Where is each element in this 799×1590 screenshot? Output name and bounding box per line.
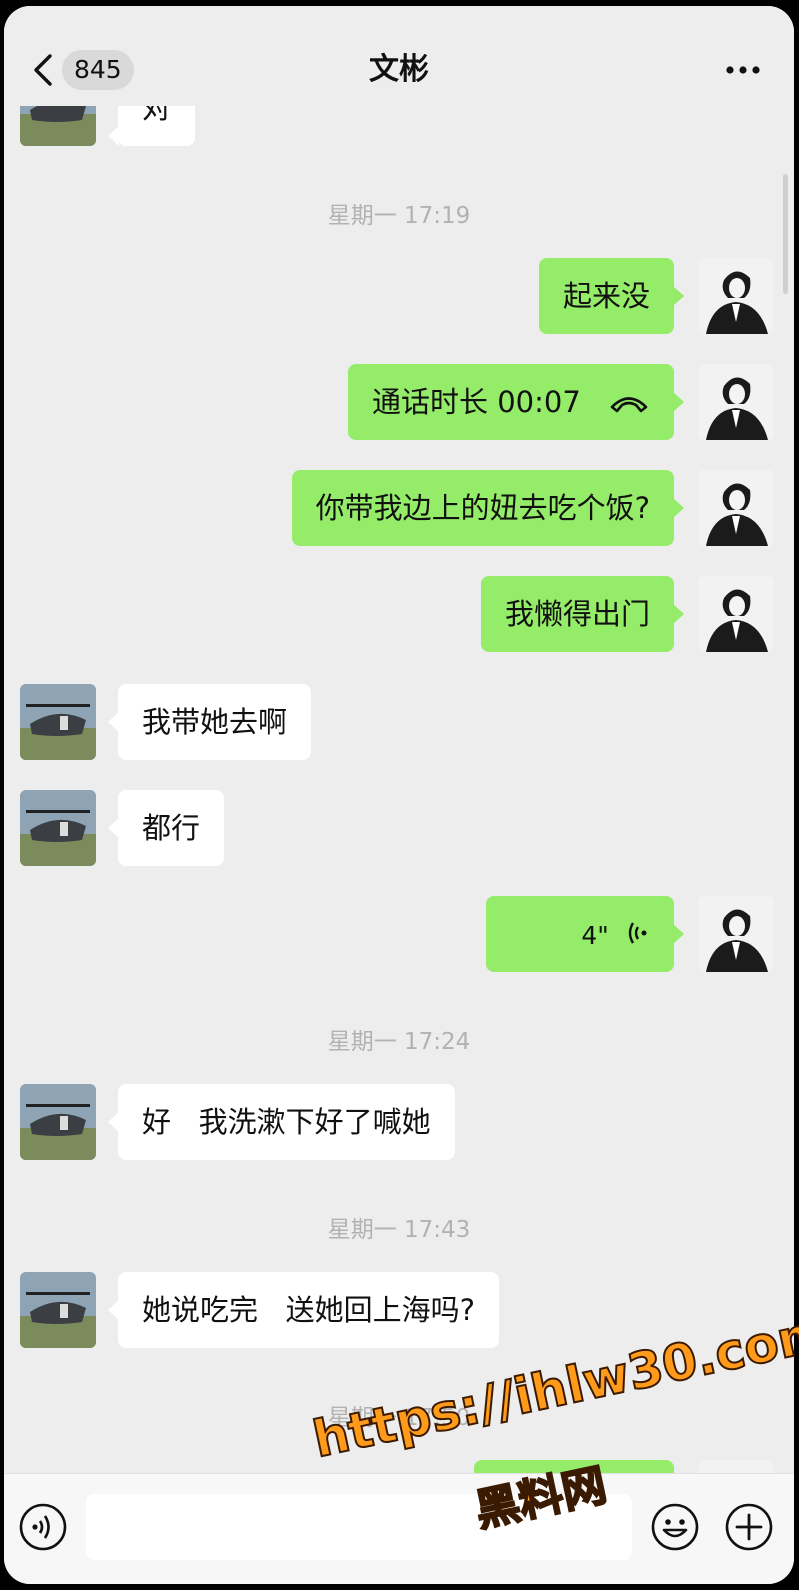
message-timestamp: 星期一 17:24 [327, 1029, 471, 1055]
message-timestamp: 星期一 17:50 [327, 1405, 471, 1431]
contact-avatar[interactable] [20, 790, 96, 866]
phone-hangup-icon [608, 366, 650, 442]
my-avatar[interactable] [698, 576, 774, 652]
chat-title: 文彬 [369, 52, 429, 87]
message-list[interactable]: 对 星期一 17:19 起来没 通话时长 00:07 你带我边上的妞去吃个饭? … [4, 6, 794, 1536]
message-timestamp: 星期一 17:43 [327, 1217, 471, 1243]
plus-icon[interactable] [724, 1502, 774, 1552]
message-bubble-sent[interactable]: 我懒得出门 [480, 576, 685, 652]
message-text: 我懒得出门 [504, 597, 650, 631]
message-bubble-received[interactable]: 我带她去啊 [107, 684, 312, 760]
ellipsis-icon[interactable] [722, 58, 764, 82]
message-text: 我带她去啊 [142, 705, 288, 739]
message-text: 起来没 [562, 279, 650, 313]
message-text: 好 我洗漱下好了喊她 [142, 1105, 431, 1139]
message-bubble-received[interactable]: 她说吃完 送她回上海吗? [107, 1272, 500, 1348]
my-avatar[interactable] [698, 364, 774, 440]
call-record-bubble[interactable]: 通话时长 00:07 [347, 364, 685, 442]
contact-avatar[interactable] [20, 1272, 96, 1348]
scrollbar[interactable] [783, 174, 788, 294]
message-text: 通话时长 00:07 [371, 385, 581, 419]
contact-avatar[interactable] [20, 684, 96, 760]
message-bubble-sent[interactable]: 你带我边上的妞去吃个饭? [291, 470, 685, 546]
my-avatar[interactable] [698, 896, 774, 972]
voice-duration: 4" [581, 921, 609, 950]
chat-screen: 对 星期一 17:19 起来没 通话时长 00:07 你带我边上的妞去吃个饭? … [4, 6, 794, 1584]
message-input-bar [4, 1473, 794, 1584]
emoji-icon[interactable] [650, 1502, 700, 1552]
message-text: 都行 [142, 811, 201, 845]
voice-mode-icon[interactable] [18, 1502, 68, 1552]
message-input[interactable] [86, 1494, 632, 1560]
message-bubble-sent[interactable]: 起来没 [538, 258, 685, 334]
my-avatar[interactable] [698, 258, 774, 334]
message-timestamp: 星期一 17:19 [327, 203, 471, 229]
my-avatar[interactable] [698, 470, 774, 546]
chat-header: 845 文彬 [4, 6, 794, 106]
message-text: 你带我边上的妞去吃个饭? [315, 491, 650, 525]
message-text: 她说吃完 送她回上海吗? [142, 1293, 476, 1327]
contact-avatar[interactable] [20, 1084, 96, 1160]
voice-wave-icon [628, 898, 650, 974]
message-bubble-received[interactable]: 好 我洗漱下好了喊她 [108, 1084, 455, 1160]
message-bubble-received[interactable]: 都行 [107, 790, 225, 866]
voice-message-bubble[interactable]: 4" [486, 896, 684, 974]
